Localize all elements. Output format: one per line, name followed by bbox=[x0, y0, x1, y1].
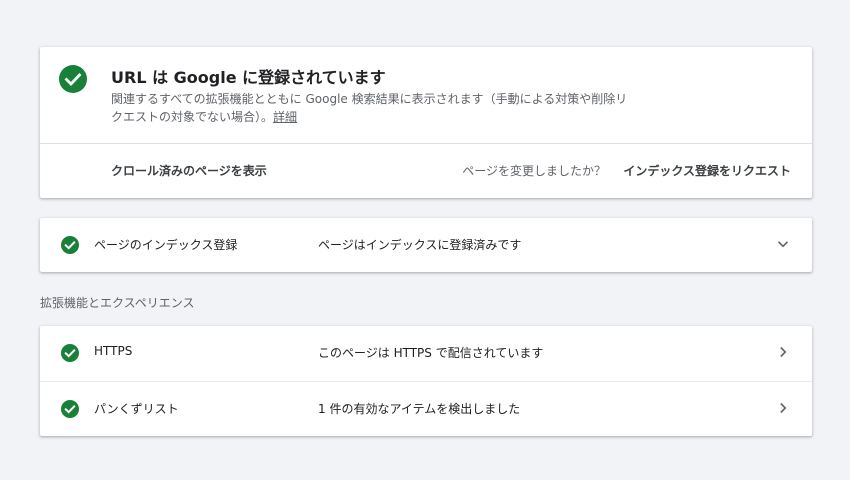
chevron-right-icon[interactable] bbox=[776, 401, 790, 415]
details-link[interactable]: 詳細 bbox=[273, 110, 297, 124]
divider bbox=[40, 143, 812, 144]
status-description: 関連するすべての拡張機能とともに Google 検索結果に表示されます（手動によ… bbox=[111, 90, 631, 126]
chevron-down-icon[interactable] bbox=[776, 237, 790, 251]
enhancement-value: 1 件の有効なアイテムを検出しました bbox=[318, 402, 521, 416]
page-indexing-row[interactable]: ページのインデックス登録 ページはインデックスに登録済みです bbox=[40, 218, 812, 272]
status-description-text: 関連するすべての拡張機能とともに Google 検索結果に表示されます（手動によ… bbox=[111, 92, 628, 124]
indexing-status-card: URL は Google に登録されています 関連するすべての拡張機能とともに … bbox=[40, 47, 812, 198]
enhancements-heading: 拡張機能とエクスペリエンス bbox=[40, 296, 195, 310]
view-crawled-page-button[interactable]: クロール済みのページを表示 bbox=[111, 162, 267, 179]
enhancements-card: HTTPS このページは HTTPS で配信されています パンくずリスト 1 件… bbox=[40, 326, 812, 436]
enhancement-label: HTTPS bbox=[94, 344, 133, 358]
enhancement-value: このページは HTTPS で配信されています bbox=[318, 346, 544, 360]
enhancement-label: パンくずリスト bbox=[94, 402, 179, 416]
check-circle-icon bbox=[59, 65, 87, 93]
page-indexing-value: ページはインデックスに登録済みです bbox=[318, 238, 522, 252]
page-indexing-card: ページのインデックス登録 ページはインデックスに登録済みです bbox=[40, 218, 812, 272]
check-circle-icon bbox=[61, 236, 79, 254]
page-indexing-label: ページのインデックス登録 bbox=[94, 238, 238, 252]
page-changed-question: ページを変更しましたか？ bbox=[462, 164, 606, 178]
enhancement-row-https[interactable]: HTTPS このページは HTTPS で配信されています bbox=[40, 326, 812, 380]
status-title: URL は Google に登録されています bbox=[111, 68, 386, 87]
enhancement-row-breadcrumbs[interactable]: パンくずリスト 1 件の有効なアイテムを検出しました bbox=[40, 382, 812, 436]
request-indexing-button[interactable]: インデックス登録をリクエスト bbox=[623, 162, 791, 179]
chevron-right-icon[interactable] bbox=[776, 345, 790, 359]
check-circle-icon bbox=[61, 400, 79, 418]
check-circle-icon bbox=[61, 344, 79, 362]
